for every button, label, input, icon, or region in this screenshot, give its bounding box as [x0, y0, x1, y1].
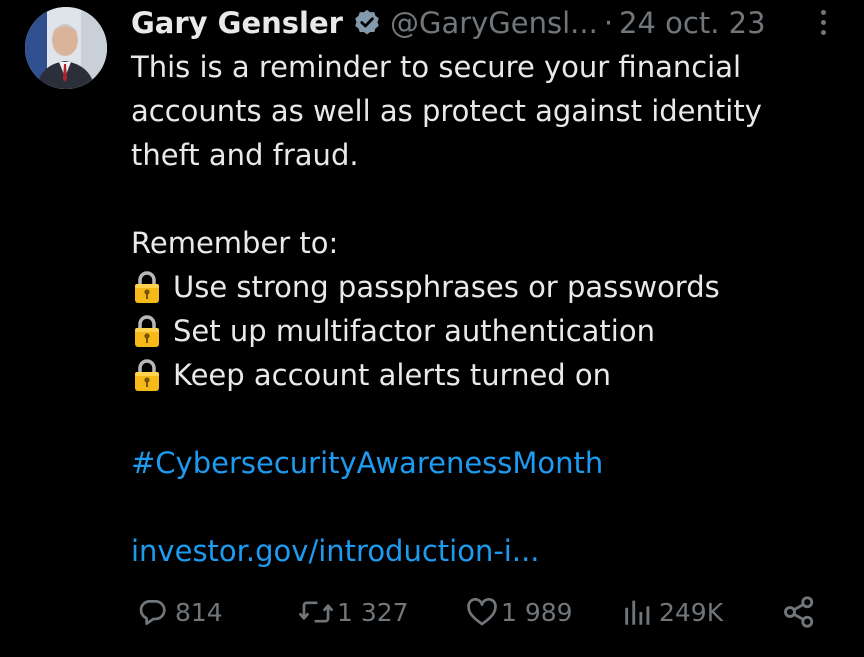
tweet-text-line: theft and fraud.: [131, 138, 359, 172]
views-button[interactable]: 249K: [621, 590, 723, 634]
tip-item: Set up multifactor authentication: [131, 309, 831, 353]
tweet-text-line: This is a reminder to secure your financ…: [131, 50, 742, 84]
remember-heading: Remember to:: [131, 226, 339, 260]
tip-item: Keep account alerts turned on: [131, 353, 831, 397]
author-name[interactable]: Gary Gensler: [131, 6, 343, 40]
hashtag-link[interactable]: #CybersecurityAwarenessMonth: [131, 441, 831, 485]
reply-button[interactable]: 814: [135, 590, 223, 634]
tip-text: Use strong passphrases or passwords: [173, 270, 720, 304]
action-bar: 814 1 327 1 989 249K: [131, 590, 831, 634]
more-options-icon[interactable]: [816, 10, 830, 42]
view-count: 249K: [659, 597, 724, 627]
lock-icon: [132, 270, 162, 304]
post-date[interactable]: 24 oct. 23: [619, 6, 766, 40]
avatar[interactable]: [25, 7, 107, 89]
tweet-text: This is a reminder to secure your financ…: [131, 45, 831, 573]
views-icon: [621, 595, 655, 629]
reply-count: 814: [175, 597, 223, 627]
tip-item: Use strong passphrases or passwords: [131, 265, 831, 309]
tip-text: Set up multifactor authentication: [173, 314, 655, 348]
lock-icon: [132, 358, 162, 392]
repost-button[interactable]: 1 327: [297, 590, 409, 634]
tip-text: Keep account alerts turned on: [173, 358, 612, 392]
repost-icon: [297, 595, 335, 629]
tweet-text-line: accounts as well as protect against iden…: [131, 94, 762, 128]
share-icon: [781, 594, 817, 630]
reply-icon: [135, 595, 169, 629]
like-count: 1 989: [501, 597, 573, 627]
author-handle[interactable]: @GaryGensl...: [390, 6, 598, 40]
tweet-header: Gary Gensler @GaryGensl... · 24 oct. 23: [131, 2, 766, 44]
repost-count: 1 327: [337, 597, 409, 627]
lock-icon: [132, 314, 162, 348]
like-button[interactable]: 1 989: [465, 590, 573, 634]
share-button[interactable]: [781, 590, 817, 634]
header-separator: ·: [603, 6, 614, 40]
like-icon: [465, 595, 499, 629]
external-link[interactable]: investor.gov/introduction-i...: [131, 529, 831, 573]
verified-badge-icon: [352, 8, 382, 38]
tweet: Gary Gensler @GaryGensl... · 24 oct. 23 …: [0, 0, 864, 657]
